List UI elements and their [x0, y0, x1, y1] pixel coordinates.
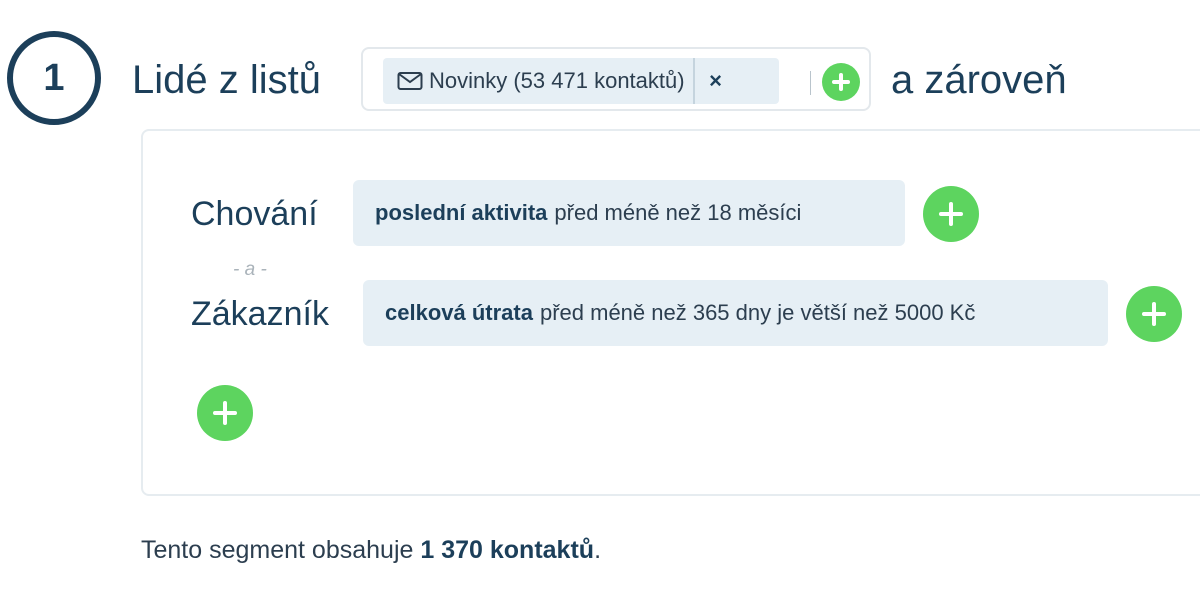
add-condition-group-button[interactable] — [197, 385, 253, 441]
condition-category-behavior: Chování — [191, 195, 318, 233]
and-also-label: a zároveň — [891, 58, 1067, 102]
input-divider — [810, 71, 811, 95]
summary-suffix: . — [594, 536, 602, 564]
add-list-button[interactable] — [822, 63, 860, 101]
summary-prefix: Tento segment obsahuje — [141, 536, 414, 564]
list-tag-label: Novinky (53 471 kontaktů) — [429, 68, 685, 93]
condition-pill-customer[interactable]: celková útrata před méně než 365 dny je … — [363, 280, 1108, 346]
list-tag: Novinky (53 471 kontaktů) × — [383, 58, 779, 104]
contact-count: 1 370 kontaktů — [420, 536, 595, 564]
step-number-badge: 1 — [7, 31, 101, 125]
remove-list-button[interactable]: × — [695, 68, 737, 94]
condition-field: celková útrata — [385, 300, 533, 325]
condition-rule: před méně než 18 měsíci — [554, 200, 802, 225]
segment-summary: Tento segment obsahuje 1 370 kontaktů. — [141, 532, 601, 568]
add-customer-condition-button[interactable] — [1126, 286, 1182, 342]
plus-icon — [213, 401, 237, 425]
and-separator: - a - — [233, 259, 267, 280]
plus-icon — [1142, 302, 1166, 326]
plus-icon — [832, 73, 850, 91]
condition-category-customer: Zákazník — [191, 295, 329, 333]
list-selector[interactable]: Novinky (53 471 kontaktů) × — [361, 47, 871, 111]
segment-editor: 1 Lidé z listů Novinky (53 471 kontaktů)… — [0, 0, 1200, 602]
mail-icon — [397, 71, 423, 91]
plus-icon — [939, 202, 963, 226]
lists-heading: Lidé z listů — [132, 58, 321, 102]
condition-field: poslední aktivita — [375, 200, 548, 225]
step-number: 1 — [43, 56, 65, 99]
condition-rule: před méně než 365 dny je větší než 5000 … — [539, 300, 976, 325]
add-behavior-condition-button[interactable] — [923, 186, 979, 242]
condition-pill-behavior[interactable]: poslední aktivita před méně než 18 měsíc… — [353, 180, 905, 246]
